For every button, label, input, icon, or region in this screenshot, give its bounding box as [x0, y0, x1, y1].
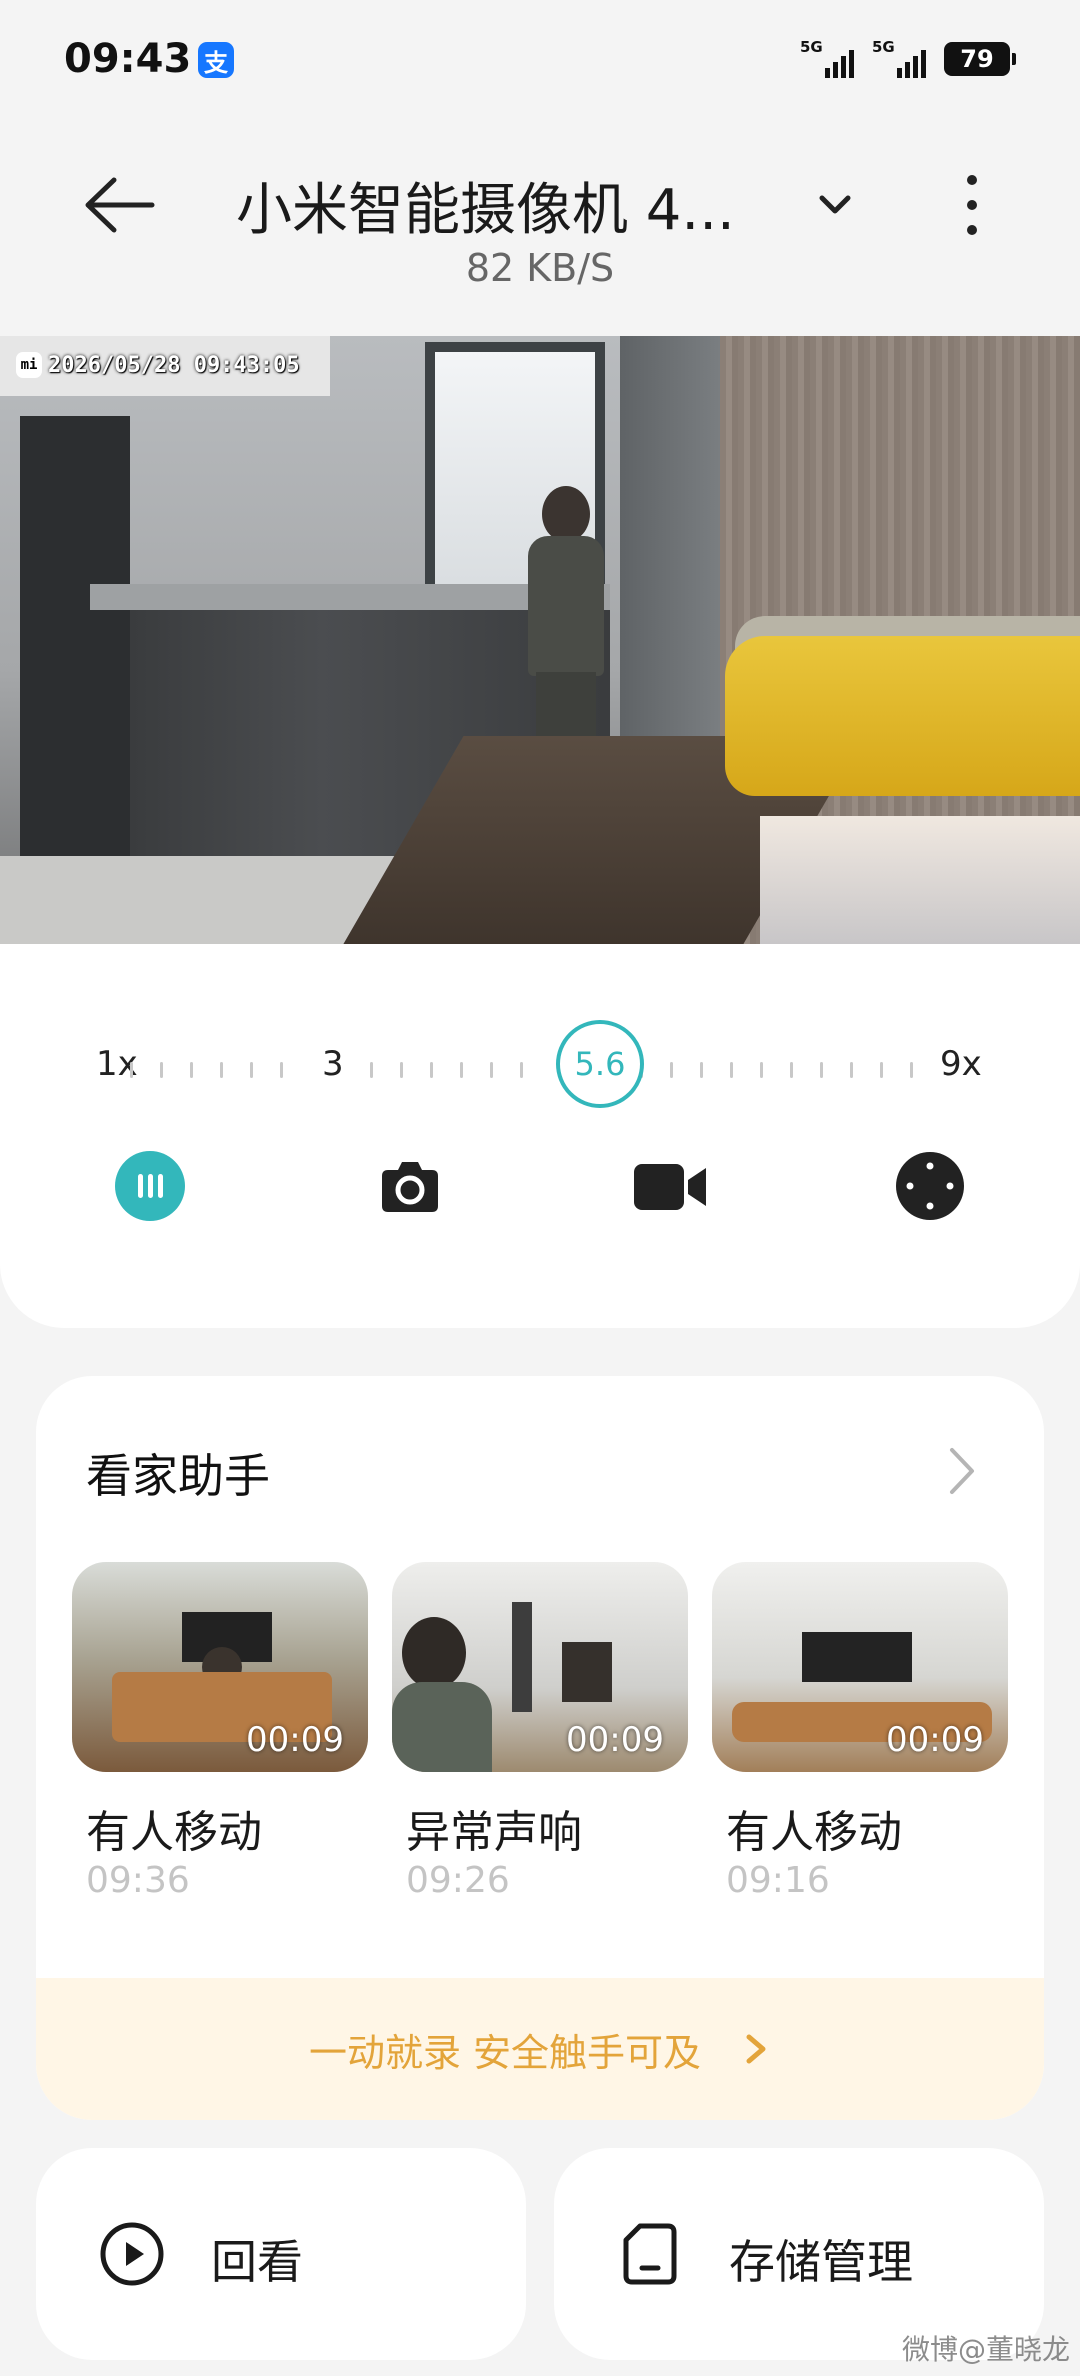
zoom-tick	[910, 1062, 913, 1078]
status-bar: 09:43 支 5G 5G 79	[0, 0, 1080, 120]
chevron-right-icon	[950, 1448, 974, 1494]
zoom-tick	[790, 1062, 793, 1078]
status-indicators: 5G 5G 79	[800, 38, 1016, 78]
zoom-tick	[820, 1062, 823, 1078]
clip-label: 有人移动	[726, 1807, 902, 1858]
zoom-tick	[760, 1062, 763, 1078]
zoom-tick	[220, 1062, 223, 1078]
alipay-icon: 支	[198, 42, 234, 78]
camera-icon	[382, 1162, 438, 1212]
back-arrow-icon	[85, 177, 155, 233]
mi-logo-icon: mi	[16, 352, 42, 378]
clip-time: 09:36	[86, 1860, 190, 1901]
direction-control-button[interactable]	[890, 1146, 970, 1226]
zoom-slider-track[interactable]	[130, 1062, 930, 1082]
feed-timestamp: mi 2026/05/28 09:43:05	[16, 352, 300, 378]
clip-duration: 00:09	[566, 1720, 664, 1760]
pause-button[interactable]	[110, 1146, 190, 1226]
battery-icon: 79	[944, 42, 1016, 76]
zoom-tick	[400, 1062, 403, 1078]
clip-thumbnail-1[interactable]: 00:09	[72, 1562, 368, 1772]
zoom-tick	[280, 1062, 283, 1078]
zoom-tick	[490, 1062, 493, 1078]
zoom-max-label: 9x	[940, 1044, 982, 1084]
home-assistant-card: 看家助手 00:09 00:09 00:09 有人移动 异常声响 有人移动 09…	[36, 1376, 1044, 2120]
signal-icon: 5G	[800, 38, 854, 78]
more-button[interactable]	[950, 170, 994, 240]
device-switch-button[interactable]	[810, 180, 860, 230]
bitrate-label: 82 KB/S	[465, 246, 615, 290]
assistant-title: 看家助手	[86, 1449, 270, 1503]
pause-icon	[115, 1151, 185, 1221]
storage-label: 存储管理	[729, 2235, 913, 2289]
zoom-tick	[250, 1062, 253, 1078]
clip-label: 异常声响	[406, 1807, 582, 1858]
signal-icon-2: 5G	[872, 38, 926, 78]
dpad-icon	[896, 1152, 964, 1220]
zoom-tick	[430, 1062, 433, 1078]
sd-card-icon	[623, 2223, 677, 2285]
clip-thumbnail-2[interactable]: 00:09	[392, 1562, 688, 1772]
promo-banner[interactable]: 一动就录 安全触手可及	[36, 1978, 1044, 2120]
zoom-tick	[700, 1062, 703, 1078]
play-circle-icon	[100, 2222, 164, 2286]
assistant-more-button[interactable]	[936, 1436, 986, 1506]
clip-duration: 00:09	[886, 1720, 984, 1760]
zoom-tick	[520, 1062, 523, 1078]
video-record-icon	[634, 1164, 706, 1210]
clip-time: 09:16	[726, 1860, 830, 1901]
back-button[interactable]	[80, 170, 160, 240]
page-title: 小米智能摄像机 4...	[236, 178, 735, 243]
playback-label: 回看	[211, 2235, 303, 2289]
chevron-right-icon	[746, 2034, 766, 2064]
chevron-down-icon	[819, 195, 851, 214]
timestamp-text: 2026/05/28 09:43:05	[48, 352, 300, 378]
promo-text: 一动就录 安全触手可及	[308, 2030, 702, 2075]
zoom-tick	[190, 1062, 193, 1078]
playback-button[interactable]: 回看	[36, 2148, 526, 2360]
camera-feed[interactable]: mi 2026/05/28 09:43:05	[0, 336, 1080, 944]
status-time: 09:43	[64, 36, 192, 82]
zoom-tick	[370, 1062, 373, 1078]
zoom-tick	[850, 1062, 853, 1078]
clip-thumbnail-3[interactable]: 00:09	[712, 1562, 1008, 1772]
watermark: 微博@董晓龙	[901, 2333, 1070, 2366]
clip-time: 09:26	[406, 1860, 510, 1901]
zoom-tick	[460, 1062, 463, 1078]
zoom-tick	[880, 1062, 883, 1078]
more-vertical-icon	[967, 175, 977, 235]
zoom-tick	[160, 1062, 163, 1078]
signal-tag: 5G	[800, 38, 823, 56]
clip-label: 有人移动	[86, 1807, 262, 1858]
yellow-box	[725, 636, 1080, 796]
zoom-tick	[670, 1062, 673, 1078]
record-button[interactable]	[630, 1146, 710, 1226]
controls-panel: 1x 3 9x 5.6	[0, 944, 1080, 1328]
signal-tag-2: 5G	[872, 38, 895, 56]
zoom-slider-knob[interactable]: 5.6	[556, 1020, 644, 1108]
clip-duration: 00:09	[246, 1720, 344, 1760]
zoom-tick	[730, 1062, 733, 1078]
screenshot-button[interactable]	[370, 1146, 450, 1226]
zoom-tick	[130, 1062, 133, 1078]
